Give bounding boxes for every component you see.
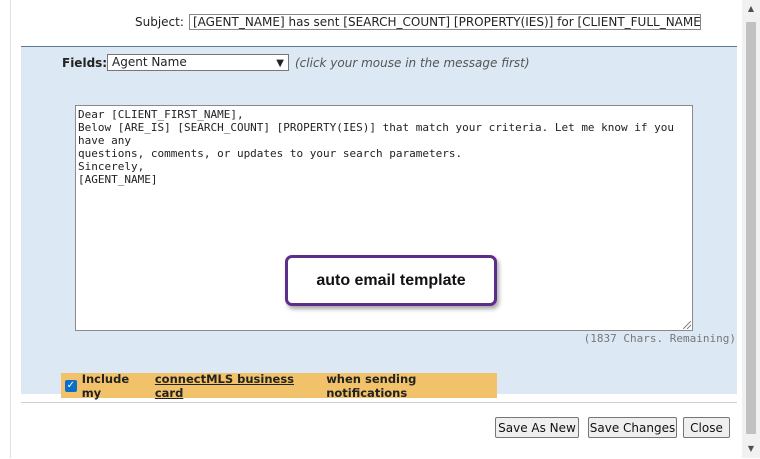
scroll-down-icon[interactable]: ▼: [746, 444, 756, 454]
fields-hint: (click your mouse in the message first): [295, 56, 530, 70]
message-line: [AGENT_NAME]: [78, 173, 158, 186]
subject-input[interactable]: [AGENT_NAME] has sent [SEARCH_COUNT] [PR…: [189, 14, 701, 30]
email-template-dialog: Subject: [AGENT_NAME] has sent [SEARCH_C…: [10, 0, 739, 459]
subject-row: Subject: [AGENT_NAME] has sent [SEARCH_C…: [21, 0, 737, 47]
fields-label: Fields:: [62, 56, 108, 70]
chevron-down-icon: ▼: [276, 58, 284, 69]
message-line: Dear [CLIENT_FIRST_NAME],: [78, 108, 244, 121]
message-line: Below [ARE_IS] [SEARCH_COUNT] [PROPERTY(…: [78, 121, 681, 147]
subject-label: Subject:: [135, 15, 184, 29]
scroll-up-icon[interactable]: ▲: [746, 4, 756, 14]
fields-selected-value: Agent Name: [112, 55, 187, 69]
business-card-link[interactable]: connectMLS business card: [155, 372, 322, 400]
chars-remaining: (1837 Chars. Remaining): [583, 332, 736, 345]
message-line: Sincerely,: [78, 160, 145, 173]
business-card-suffix: when sending notifications: [326, 371, 417, 400]
vertical-scrollbar[interactable]: ▲ ▼: [742, 0, 760, 458]
business-card-prefix: Include my: [81, 371, 130, 400]
callout-text: auto email template: [316, 271, 466, 289]
message-line: questions, comments, or updates to your …: [78, 147, 463, 160]
business-card-checkbox[interactable]: ✓: [65, 379, 77, 392]
save-changes-button[interactable]: Save Changes: [588, 417, 677, 438]
close-button[interactable]: Close: [683, 417, 730, 438]
dialog-footer: Save As New Save Changes Close: [21, 402, 737, 459]
annotation-callout: auto email template: [285, 255, 497, 306]
business-card-option: ✓ Include my connectMLS business card wh…: [61, 371, 497, 400]
scroll-thumb[interactable]: [746, 22, 756, 434]
template-panel: Fields: Agent Name ▼ (click your mouse i…: [21, 47, 737, 400]
resize-grip-icon[interactable]: [683, 321, 691, 329]
fields-dropdown[interactable]: Agent Name ▼: [107, 54, 289, 71]
save-as-new-button[interactable]: Save As New: [495, 417, 579, 438]
